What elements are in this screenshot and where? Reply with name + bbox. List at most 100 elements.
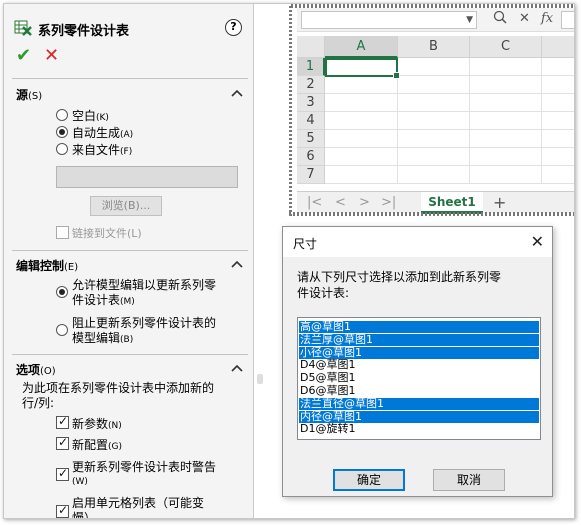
name-box[interactable]: ▼ xyxy=(301,11,477,29)
cancel-x-button[interactable]: ✕ xyxy=(44,46,64,66)
grid-cell[interactable] xyxy=(325,112,398,130)
grid-cell[interactable] xyxy=(398,148,470,166)
divider xyxy=(12,250,248,251)
row-header-5[interactable]: 5 xyxy=(297,130,325,148)
column-header-b[interactable]: B xyxy=(398,36,470,58)
new-configs-checkbox[interactable] xyxy=(56,435,69,450)
grid-cell[interactable] xyxy=(470,94,542,112)
grid-cell[interactable] xyxy=(542,148,574,166)
row-header-6[interactable]: 6 xyxy=(297,148,325,166)
grid-cell[interactable] xyxy=(398,130,470,148)
row-header-4[interactable]: 4 xyxy=(297,112,325,130)
add-sheet-button[interactable]: + xyxy=(493,193,506,212)
panel-resize-handle[interactable] xyxy=(257,374,263,384)
radio-button-selected[interactable] xyxy=(56,286,68,298)
grid-cell[interactable] xyxy=(398,58,470,76)
radio-button-selected[interactable] xyxy=(56,126,68,138)
grid-cell[interactable] xyxy=(325,148,398,166)
link-label: 链接到文件(L) xyxy=(72,227,142,240)
dimension-list-item[interactable]: D5@草图1 xyxy=(299,372,539,384)
row-header-3[interactable]: 3 xyxy=(297,94,325,112)
grid-cell[interactable] xyxy=(325,166,398,184)
divider xyxy=(12,354,248,355)
grid-cell[interactable] xyxy=(542,94,574,112)
cell-list-checkbox[interactable] xyxy=(56,503,69,518)
row-header-1[interactable]: 1 xyxy=(297,58,325,76)
radio-button[interactable] xyxy=(56,109,68,121)
options-heading: 选项 xyxy=(16,363,41,377)
function-icon[interactable]: fx xyxy=(541,11,553,26)
row-header-2[interactable]: 2 xyxy=(297,76,325,94)
grid-cell[interactable] xyxy=(542,76,574,94)
grid-cell[interactable] xyxy=(470,130,542,148)
file-path-field[interactable] xyxy=(56,166,238,188)
ok-check-button[interactable]: ✔ xyxy=(16,46,36,66)
allow-edit-key: (M) xyxy=(120,297,135,307)
options-section-header[interactable]: 选项(O) xyxy=(16,361,246,379)
grid-cell[interactable] xyxy=(470,112,542,130)
divider xyxy=(12,78,248,79)
prompt-line1: 请从下列尺寸选择以添加到此新系列零 xyxy=(297,270,502,284)
warn-update-line1: 更新系列零件设计表时警告 xyxy=(72,460,217,474)
cancel-button[interactable]: 取消 xyxy=(433,469,505,491)
column-header-c[interactable]: C xyxy=(470,36,542,58)
formula-input[interactable] xyxy=(561,11,574,29)
browse-button[interactable]: 浏览(B)... xyxy=(90,196,162,216)
chevron-up-icon[interactable] xyxy=(230,362,244,376)
dimension-list-item[interactable]: 法兰厚@草图1 xyxy=(299,333,539,346)
hatch-border xyxy=(289,212,574,216)
grid-cell[interactable] xyxy=(542,112,574,130)
grid-cell[interactable] xyxy=(542,58,574,76)
grid-cell[interactable] xyxy=(470,166,542,184)
grid-cell[interactable] xyxy=(542,166,574,184)
help-icon[interactable]: ? xyxy=(225,19,242,36)
active-cell-a1[interactable] xyxy=(325,58,400,79)
grid-cell[interactable] xyxy=(398,166,470,184)
ok-button[interactable]: 确定 xyxy=(333,469,405,491)
chevron-down-icon[interactable]: ▼ xyxy=(466,15,473,25)
next-sheet-icon[interactable]: > xyxy=(359,195,370,210)
grid-cell[interactable] xyxy=(398,76,470,94)
first-sheet-icon[interactable]: |< xyxy=(307,195,322,210)
dimensions-listbox[interactable]: 高@草图1 法兰厚@草图1 小径@草图1 D4@草图1 D5@草图1 D6@草图1 法兰直径… xyxy=(297,317,541,440)
grid-cell[interactable] xyxy=(470,148,542,166)
source-heading: 源 xyxy=(16,88,29,102)
edit-control-section-header[interactable]: 编辑控制(E) xyxy=(16,257,246,275)
dimension-list-item[interactable]: 内径@草图1 xyxy=(299,410,539,423)
grid-cell[interactable] xyxy=(325,130,398,148)
dimension-list-item[interactable]: 小径@草图1 xyxy=(299,346,539,359)
grid-cell[interactable] xyxy=(398,94,470,112)
grid-cell[interactable] xyxy=(398,112,470,130)
row-header-7[interactable]: 7 xyxy=(297,166,325,184)
close-icon[interactable]: ✕ xyxy=(519,11,530,26)
new-parameters-checkbox[interactable] xyxy=(56,414,69,429)
column-header-a[interactable]: A xyxy=(325,36,398,58)
cell-list-line2: 慢） xyxy=(72,511,97,519)
radio-auto-key: (A) xyxy=(120,130,134,140)
dimension-list-item[interactable]: D6@草图1 xyxy=(299,385,539,397)
radio-button[interactable] xyxy=(56,143,68,155)
chevron-up-icon[interactable] xyxy=(230,87,244,101)
grid-cell[interactable] xyxy=(325,94,398,112)
grid-cell[interactable] xyxy=(470,58,542,76)
dimension-list-item[interactable]: 高@草图1 xyxy=(299,321,539,333)
property-manager-panel: 系列零件设计表 ? ✔ ✕ 源(S) 空白(K) 自动生成(A) 来自文件(F)… xyxy=(4,4,254,519)
grid-cell[interactable] xyxy=(325,76,398,94)
dimension-list-item[interactable]: 法兰直径@草图1 xyxy=(299,397,539,410)
close-icon[interactable]: ✕ xyxy=(531,232,544,251)
select-all-corner[interactable] xyxy=(297,36,325,58)
chevron-up-icon[interactable] xyxy=(230,258,244,272)
dimension-list-item[interactable]: D1@旋转1 xyxy=(299,423,539,435)
link-checkbox[interactable] xyxy=(56,226,69,239)
sheet-tab-sheet1[interactable]: Sheet1 xyxy=(421,192,483,214)
radio-button[interactable] xyxy=(56,324,68,336)
warn-update-checkbox[interactable] xyxy=(56,466,69,481)
column-header-d[interactable] xyxy=(542,36,574,58)
dimension-list-item[interactable]: D4@草图1 xyxy=(299,359,539,371)
prev-sheet-icon[interactable]: < xyxy=(335,195,346,210)
last-sheet-icon[interactable]: >| xyxy=(381,195,396,210)
zoom-icon[interactable] xyxy=(493,10,507,24)
grid-cell[interactable] xyxy=(542,130,574,148)
source-section-header[interactable]: 源(S) xyxy=(16,86,246,104)
grid-cell[interactable] xyxy=(470,76,542,94)
